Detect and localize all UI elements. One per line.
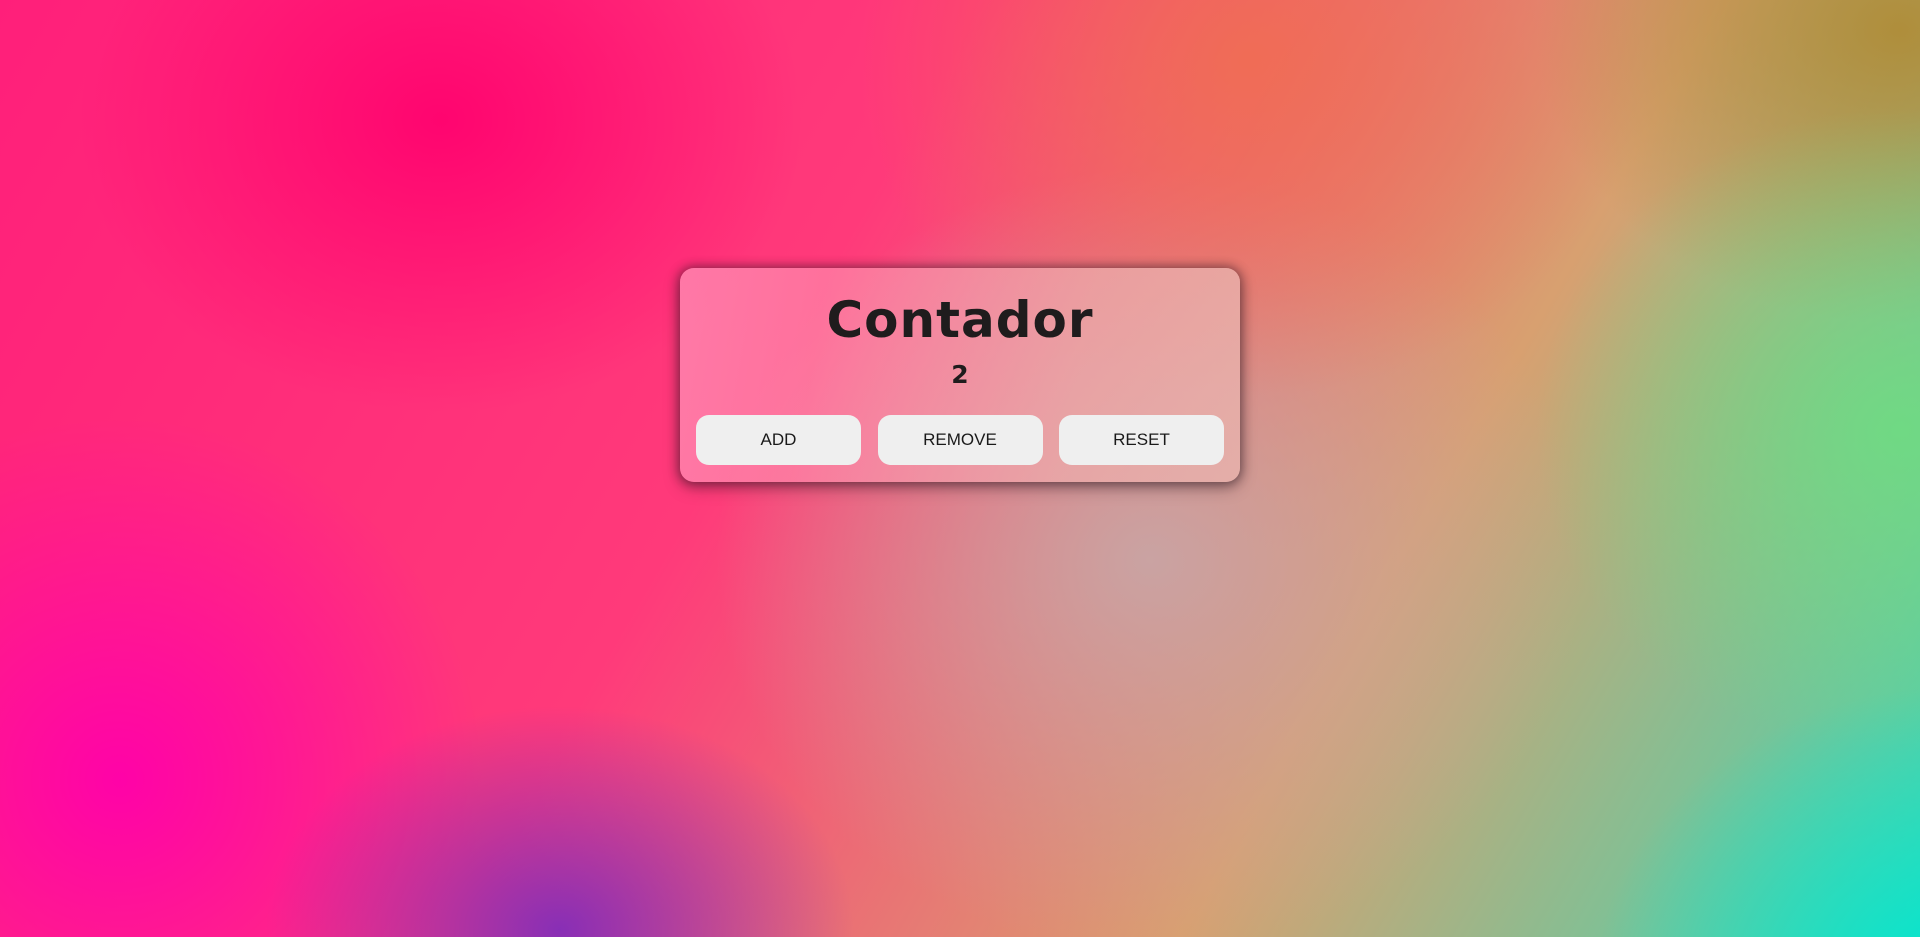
counter-card: Contador 2 ADD REMOVE RESET (680, 268, 1240, 482)
remove-button[interactable]: REMOVE (877, 415, 1043, 465)
add-button[interactable]: ADD (696, 415, 861, 465)
counter-button-row: ADD REMOVE RESET (696, 415, 1224, 465)
reset-button[interactable]: RESET (1059, 415, 1224, 465)
counter-value: 2 (951, 360, 969, 389)
counter-title: Contador (826, 291, 1094, 349)
